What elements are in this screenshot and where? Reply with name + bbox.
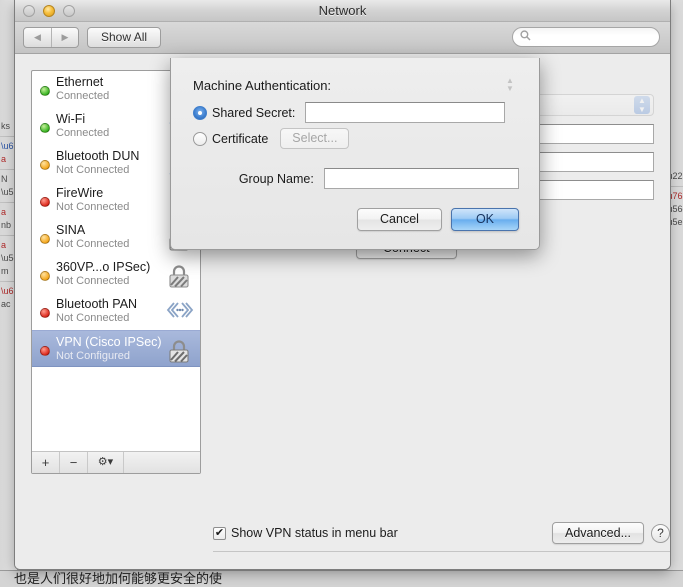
remove-interface-button[interactable]: −: [60, 452, 88, 473]
advanced-button[interactable]: Advanced...: [552, 522, 644, 544]
shared-secret-row: Shared Secret:: [193, 102, 519, 123]
group-name-label: Group Name:: [193, 172, 314, 186]
pan-arrows-icon: [166, 300, 194, 330]
minimize-button[interactable]: [43, 5, 55, 17]
interface-status: Connected: [56, 127, 166, 140]
interface-status: Connected: [56, 90, 166, 103]
forward-button[interactable]: ▶: [51, 28, 78, 47]
stepper-icon[interactable]: ▲▼: [503, 77, 517, 93]
vpn-lock-icon: [166, 338, 194, 368]
window-controls: [23, 5, 75, 17]
interface-text: VPN (Cisco IPSec) Not Configured: [56, 335, 166, 363]
show-vpn-status-label: Show VPN status in menu bar: [231, 526, 398, 540]
interface-status: Not Connected: [56, 275, 166, 288]
group-name-input[interactable]: [324, 168, 519, 189]
search-icon: [520, 30, 531, 44]
sheet-buttons: Cancel OK: [357, 208, 519, 231]
machine-authentication-sheet: Machine Authentication: ▲▼ Shared Secret…: [170, 58, 540, 250]
window-title: Network: [15, 0, 670, 22]
window-titlebar[interactable]: Network: [15, 0, 670, 22]
sidebar-item-360vpn[interactable]: 360VP...o IPSec) Not Connected: [32, 256, 200, 293]
status-dot: [40, 346, 50, 356]
interface-status: Not Connected: [56, 164, 166, 177]
interface-text: Wi-Fi Connected: [56, 112, 166, 140]
vpn-lock-icon: [166, 263, 194, 293]
status-dot: [40, 86, 50, 96]
sheet-title: Machine Authentication:: [193, 78, 331, 93]
ok-button[interactable]: OK: [451, 208, 519, 231]
interface-name: Bluetooth PAN: [56, 297, 166, 312]
interface-text: FireWire Not Connected: [56, 186, 166, 214]
nav-segmented-control[interactable]: ◀ ▶: [23, 27, 79, 48]
gear-icon[interactable]: ⚙▾: [88, 452, 124, 473]
interface-name: FireWire: [56, 186, 166, 201]
shared-secret-label: Shared Secret:: [212, 106, 295, 120]
interface-status: Not Configured: [56, 350, 166, 363]
interface-status: Not Connected: [56, 238, 166, 251]
interface-text: SINA Not Connected: [56, 223, 166, 251]
shared-secret-input[interactable]: [305, 102, 505, 123]
shared-secret-radio[interactable]: [193, 106, 207, 120]
interface-list-footer: + − ⚙▾: [32, 451, 200, 473]
status-dot: [40, 234, 50, 244]
interface-name: 360VP...o IPSec): [56, 260, 166, 275]
background-bottom-text: 也是人们很好地加何能够更安全的使: [14, 571, 614, 587]
search-field[interactable]: [512, 27, 660, 47]
add-interface-button[interactable]: +: [32, 452, 60, 473]
interface-name: Bluetooth DUN: [56, 149, 166, 164]
interface-name: Wi-Fi: [56, 112, 166, 127]
chevron-updown-icon: ▲▼: [634, 96, 650, 114]
interface-text: Bluetooth PAN Not Connected: [56, 297, 166, 325]
group-name-row: Group Name:: [193, 168, 519, 189]
interface-name: VPN (Cisco IPSec): [56, 335, 166, 350]
window-footer: Click the lock to prevent further change…: [15, 569, 670, 570]
certificate-label: Certificate: [212, 132, 268, 146]
help-button[interactable]: ?: [651, 524, 670, 543]
select-certificate-button[interactable]: Select...: [280, 128, 349, 149]
certificate-row: Certificate Select...: [193, 128, 519, 149]
option-right-buttons: Advanced... ?: [552, 522, 670, 544]
show-all-button[interactable]: Show All: [87, 27, 161, 48]
network-preferences-window: Network ◀ ▶ Show All: [14, 0, 671, 570]
sidebar-item-bluetooth-pan[interactable]: Bluetooth PAN Not Connected: [32, 293, 200, 330]
zoom-button[interactable]: [63, 5, 75, 17]
search-input[interactable]: [534, 30, 644, 44]
vpn-options-row: ✔ Show VPN status in menu bar Advanced..…: [213, 522, 670, 544]
interface-text: 360VP...o IPSec) Not Connected: [56, 260, 166, 288]
close-button[interactable]: [23, 5, 35, 17]
certificate-radio[interactable]: [193, 132, 207, 146]
status-dot: [40, 271, 50, 281]
interface-text: Ethernet Connected: [56, 75, 166, 103]
content-divider: [213, 551, 670, 552]
status-dot: [40, 160, 50, 170]
status-dot: [40, 123, 50, 133]
status-dot: [40, 197, 50, 207]
footer-filler: [124, 452, 200, 473]
interface-name: SINA: [56, 223, 166, 238]
window-toolbar: ◀ ▶ Show All: [15, 22, 670, 54]
interface-text: Bluetooth DUN Not Connected: [56, 149, 166, 177]
sidebar-item-vpn-cisco-ipsec[interactable]: VPN (Cisco IPSec) Not Configured: [32, 330, 200, 367]
interface-status: Not Connected: [56, 312, 166, 325]
show-vpn-status-checkbox[interactable]: ✔: [213, 527, 226, 540]
back-button[interactable]: ◀: [24, 28, 51, 47]
status-dot: [40, 308, 50, 318]
interface-status: Not Connected: [56, 201, 166, 214]
interface-name: Ethernet: [56, 75, 166, 90]
cancel-button[interactable]: Cancel: [357, 208, 442, 231]
